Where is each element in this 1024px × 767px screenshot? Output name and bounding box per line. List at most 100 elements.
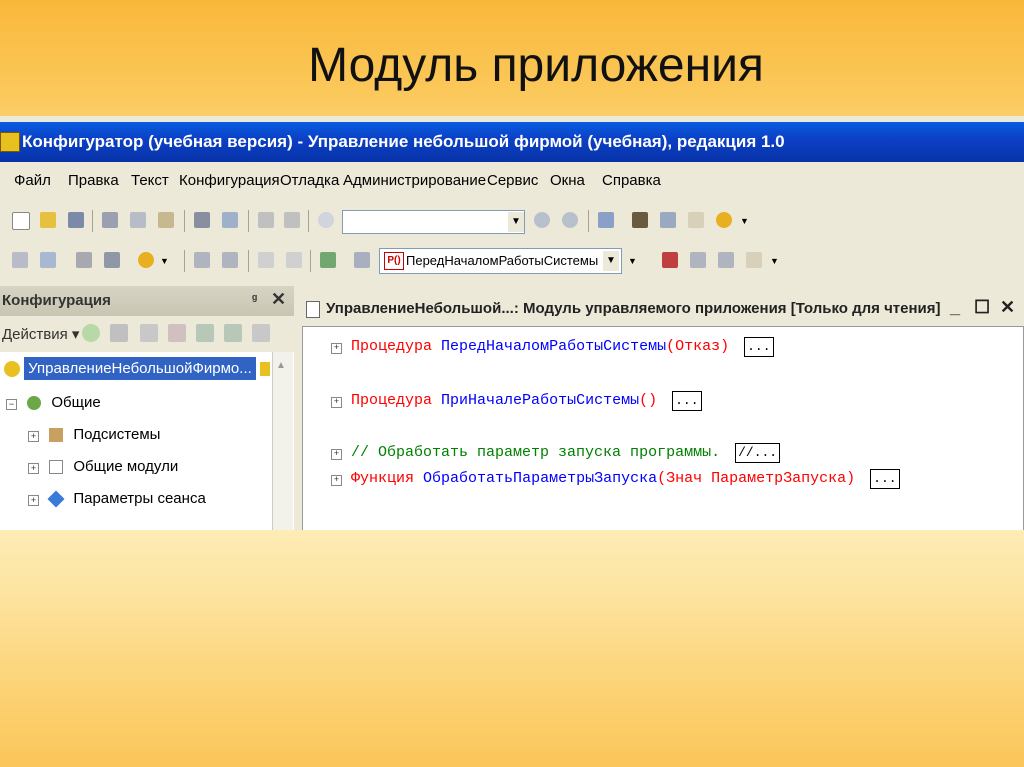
cut-icon[interactable] — [100, 210, 120, 230]
session-params-icon — [47, 490, 65, 508]
move-up-icon[interactable] — [196, 324, 214, 342]
list-icon[interactable] — [192, 250, 212, 270]
collapsed-block[interactable]: //... — [735, 443, 781, 463]
toolbar-secondary: ▼ P() ПередНачаломРаботыСистемы ▼ ▼ ▼ — [0, 244, 1024, 278]
code-line: + Функция ОбработатьПараметрыЗапуска(Зна… — [331, 469, 900, 489]
scroll-up-icon[interactable]: ▲ — [276, 360, 286, 371]
paste-icon[interactable] — [156, 210, 176, 230]
pin-icon[interactable]: ᵍ — [252, 291, 257, 306]
tree-item-session-params[interactable]: + Параметры сеанса — [28, 490, 206, 508]
search-input[interactable] — [342, 210, 525, 234]
run-icon[interactable] — [136, 250, 156, 270]
uncomment-icon[interactable] — [284, 250, 304, 270]
copy-icon[interactable] — [128, 210, 148, 230]
compare-icon[interactable] — [38, 250, 58, 270]
document-icon — [306, 301, 320, 318]
modules-icon — [49, 460, 64, 475]
collapse-icon[interactable]: − — [6, 399, 17, 410]
tree-item-root[interactable]: УправлениеНебольшойФирмо... — [4, 357, 270, 380]
open-icon[interactable] — [38, 210, 58, 230]
tree-item-subsystems[interactable]: + Подсистемы — [28, 426, 160, 443]
properties-icon[interactable] — [252, 324, 270, 342]
expand-icon[interactable]: + — [28, 431, 39, 442]
info-icon[interactable] — [714, 210, 734, 230]
code-keyword: Процедура — [351, 338, 433, 355]
collapsed-block[interactable]: ... — [870, 469, 900, 489]
menu-help[interactable]: Справка — [602, 172, 661, 189]
help-search-icon[interactable] — [658, 210, 678, 230]
database-icon[interactable] — [74, 250, 94, 270]
breakpoint-icon[interactable] — [660, 250, 680, 270]
menu-service[interactable]: Сервис — [487, 172, 538, 189]
run-dropdown-icon[interactable]: ▼ — [160, 256, 180, 276]
tree-item-common[interactable]: − Общие — [6, 394, 101, 411]
procedure-select[interactable]: P() ПередНачаломРаботыСистемы ▼ — [379, 248, 622, 274]
expand-icon[interactable]: + — [331, 475, 342, 486]
configuration-actions-bar: Действия ▾ — [0, 316, 294, 352]
configuration-tree: УправлениеНебольшойФирмо... − Общие + По… — [0, 352, 272, 530]
code-line: + Процедура ПередНачаломРаботыСистемы(От… — [331, 337, 774, 357]
tree-scrollbar[interactable]: ▲ — [272, 352, 293, 530]
configuration-panel: Конфигурация ᵍ ✕ Действия ▾ УправлениеНе… — [0, 286, 294, 530]
syntax-check-icon[interactable] — [318, 250, 338, 270]
menu-edit[interactable]: Правка — [68, 172, 119, 189]
collapsed-block[interactable]: ... — [744, 337, 774, 357]
expand-icon[interactable]: + — [331, 449, 342, 460]
module-editor-title: УправлениеНебольшой...: Модуль управляем… — [326, 300, 941, 317]
copy-item-icon[interactable] — [140, 324, 158, 342]
print-icon[interactable] — [192, 210, 212, 230]
menu-file[interactable]: Файл — [14, 172, 51, 189]
expand-icon[interactable]: + — [331, 343, 342, 354]
maximize-button[interactable]: ☐ — [974, 297, 990, 318]
preview-icon[interactable] — [220, 210, 240, 230]
expand-icon[interactable]: + — [28, 495, 39, 506]
list-check-icon[interactable] — [220, 250, 240, 270]
new-icon[interactable] — [10, 210, 30, 230]
save-icon[interactable] — [66, 210, 86, 230]
find-next-icon[interactable] — [532, 210, 552, 230]
bookmark-next-icon[interactable] — [744, 250, 764, 270]
menu-text[interactable]: Текст — [131, 172, 169, 189]
chevron-down-icon[interactable]: ▼ — [508, 212, 524, 232]
code-identifier: ПередНачаломРаботыСистемы — [441, 338, 667, 355]
collapsed-block[interactable]: ... — [672, 391, 702, 411]
module-icon[interactable] — [10, 250, 30, 270]
menu-windows[interactable]: Окна — [550, 172, 585, 189]
assistant-icon[interactable] — [630, 210, 650, 230]
procedures-icon[interactable] — [352, 250, 372, 270]
disable-breakpoint-icon[interactable] — [688, 250, 708, 270]
code-line: + // Обработать параметр запуска програм… — [331, 443, 781, 463]
debug-more-icon[interactable]: ▼ — [770, 256, 790, 276]
move-down-icon[interactable] — [224, 324, 242, 342]
delete-icon[interactable] — [168, 324, 186, 342]
menu-configuration[interactable]: Конфигурация — [179, 172, 280, 189]
menu-debug[interactable]: Отладка — [280, 172, 339, 189]
close-button[interactable]: ✕ — [1000, 297, 1015, 318]
code-keyword: Процедура — [351, 392, 433, 409]
find-prev-icon[interactable] — [560, 210, 580, 230]
undo-icon[interactable] — [256, 210, 276, 230]
code-identifier: ПриНачалеРаботыСистемы — [441, 392, 640, 409]
redo-icon[interactable] — [282, 210, 302, 230]
code-editor[interactable]: + Процедура ПередНачаломРаботыСистемы(От… — [302, 326, 1024, 530]
expand-icon[interactable]: + — [331, 397, 342, 408]
tree-item-common-modules[interactable]: + Общие модули — [28, 458, 178, 475]
configurator-window: Конфигуратор (учебная версия) - Управлен… — [0, 116, 1024, 530]
add-icon[interactable] — [82, 324, 100, 342]
table-icon[interactable] — [102, 250, 122, 270]
search-icon[interactable] — [316, 210, 336, 230]
comment-icon[interactable] — [256, 250, 276, 270]
proc-more-icon[interactable]: ▼ — [628, 256, 648, 276]
windows-icon[interactable] — [596, 210, 616, 230]
bookmark-icon[interactable] — [716, 250, 736, 270]
close-icon[interactable]: ✕ — [271, 289, 286, 310]
actions-menu[interactable]: Действия ▾ — [2, 325, 79, 343]
minimize-button[interactable]: _ — [950, 297, 960, 318]
more-icon[interactable]: ▼ — [740, 216, 760, 236]
tree-item-label: Параметры сеанса — [73, 490, 206, 507]
edit-icon[interactable] — [110, 324, 128, 342]
menu-administration[interactable]: Администрирование — [343, 172, 486, 189]
document-icon[interactable] — [686, 210, 706, 230]
expand-icon[interactable]: + — [28, 463, 39, 474]
chevron-down-icon[interactable]: ▼ — [603, 251, 619, 271]
